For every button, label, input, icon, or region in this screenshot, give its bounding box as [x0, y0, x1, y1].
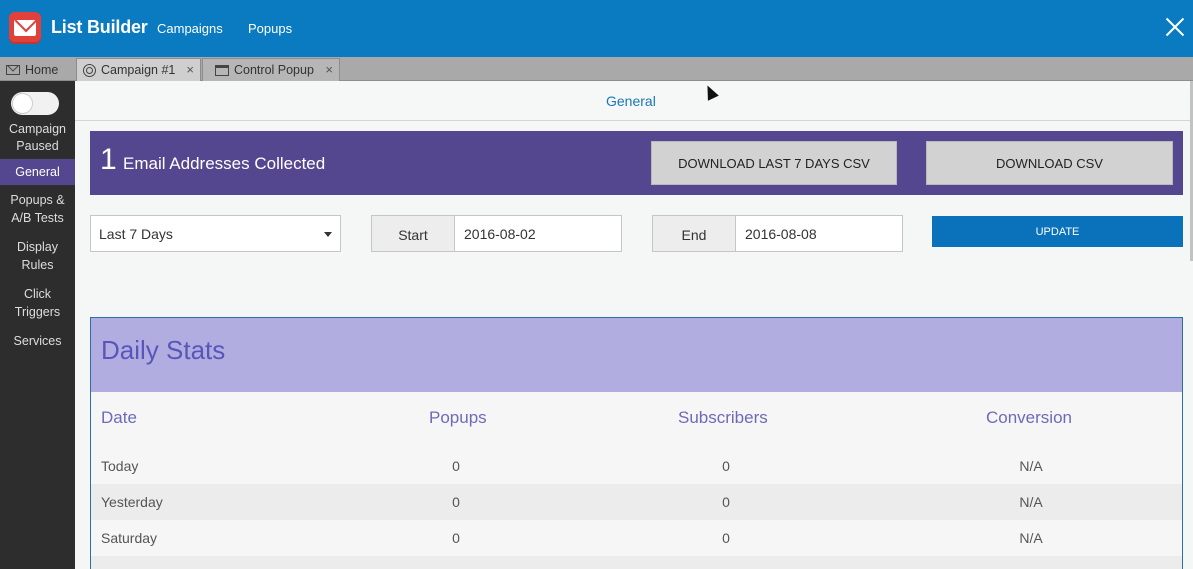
column-header-subscribers: Subscribers	[678, 408, 768, 427]
emails-collected-label: Email Addresses Collected	[123, 154, 326, 173]
cell-subscribers: 0	[722, 458, 730, 474]
cell-conversion: N/A	[1019, 530, 1043, 546]
emails-collected-banner: 1 Email Addresses Collected DOWNLOAD LAS…	[90, 131, 1183, 195]
table-row: Saturday 0 0 N/A	[91, 520, 1182, 556]
start-date-input[interactable]	[454, 215, 622, 252]
list-builder-logo-icon	[9, 12, 41, 44]
table-row: Today 0 0 N/A	[91, 448, 1182, 484]
toggle-label: Campaign Paused	[9, 122, 66, 153]
start-date-group: Start	[371, 215, 622, 252]
daily-stats-panel: Daily Stats Date Popups Subscribers Conv…	[90, 317, 1183, 569]
tab-campaign[interactable]: Campaign #1 ×	[76, 58, 201, 81]
date-range-select[interactable]: Last 7 Days	[90, 215, 341, 252]
tab-strip: Home Campaign #1 × Control Popup ×	[0, 57, 1193, 81]
table-row: Yesterday 0 0 N/A	[91, 484, 1182, 520]
cell-date: Today	[101, 458, 139, 474]
tab-close-icon[interactable]: ×	[186, 62, 194, 77]
cell-popups: 0	[452, 530, 460, 546]
toggle-knob	[13, 94, 32, 113]
caret-down-icon	[324, 232, 332, 237]
campaign-status-toggle[interactable]	[11, 92, 59, 115]
cell-date: Saturday	[101, 530, 158, 546]
window-icon	[215, 64, 229, 76]
app-title: List Builder	[51, 17, 148, 37]
tab-label: Home	[25, 62, 59, 77]
cell-date: Yesterday	[101, 494, 163, 510]
cell-conversion: N/A	[1019, 458, 1043, 474]
close-icon[interactable]	[1165, 17, 1185, 37]
tab-close-icon[interactable]: ×	[325, 62, 333, 77]
tab-label: Campaign #1	[101, 63, 176, 77]
update-button[interactable]: UPDATE	[932, 216, 1183, 247]
table-row	[91, 556, 1182, 569]
nav-campaigns[interactable]: Campaigns	[157, 21, 223, 36]
sidebar-item-services[interactable]: Services	[0, 332, 75, 350]
end-date-group: End	[652, 215, 903, 252]
cell-popups: 0	[452, 458, 460, 474]
main-panel: General 1 Email Addresses Collected DOWN…	[75, 81, 1193, 569]
end-label: End	[652, 215, 735, 252]
column-header-date: Date	[101, 408, 137, 427]
download-csv-button[interactable]: DOWNLOAD CSV	[926, 141, 1173, 185]
nav-popups[interactable]: Popups	[248, 21, 292, 36]
download-last-7-days-csv-button[interactable]: DOWNLOAD LAST 7 DAYS CSV	[651, 141, 897, 185]
sidebar-item-popups-ab-tests[interactable]: Popups & A/B Tests	[0, 191, 75, 227]
subtab-general[interactable]: General	[606, 93, 656, 109]
column-header-conversion: Conversion	[986, 408, 1072, 427]
sidebar: Campaign Paused General Popups & A/B Tes…	[0, 81, 75, 569]
column-header-popups: Popups	[429, 408, 487, 427]
cell-subscribers: 0	[722, 494, 730, 510]
cell-popups: 0	[452, 494, 460, 510]
sidebar-item-click-triggers[interactable]: Click Triggers	[0, 285, 75, 321]
sidebar-item-general[interactable]: General	[0, 159, 75, 185]
envelope-icon	[6, 64, 20, 75]
subtab-bar: General	[75, 81, 1193, 121]
start-label: Start	[371, 215, 454, 252]
top-bar: List Builder Campaigns Popups	[0, 0, 1193, 57]
target-icon	[83, 63, 96, 77]
tab-control-popup[interactable]: Control Popup ×	[202, 58, 340, 81]
sidebar-item-display-rules[interactable]: Display Rules	[0, 238, 75, 274]
end-date-input[interactable]	[735, 215, 903, 252]
cell-subscribers: 0	[722, 530, 730, 546]
daily-stats-header: Daily Stats	[91, 318, 1182, 392]
tab-home[interactable]: Home	[0, 58, 66, 81]
tab-label: Control Popup	[234, 63, 314, 77]
daily-stats-title: Daily Stats	[101, 335, 226, 365]
cell-conversion: N/A	[1019, 494, 1043, 510]
date-range-value: Last 7 Days	[99, 226, 173, 242]
emails-collected-count: 1	[100, 143, 117, 176]
